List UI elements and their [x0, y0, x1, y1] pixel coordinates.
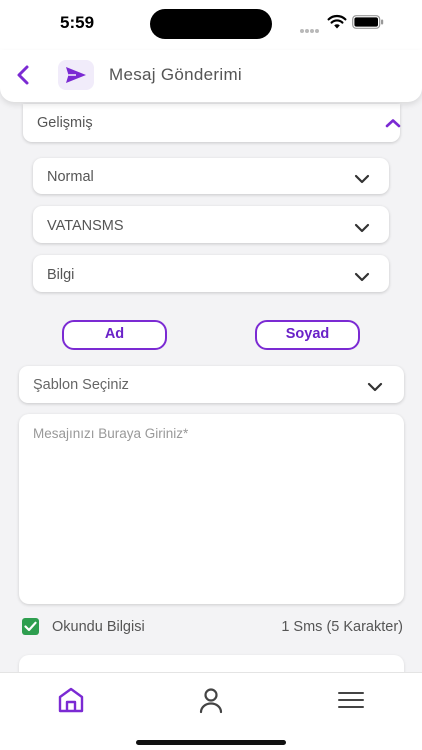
advanced-label: Gelişmiş	[37, 115, 93, 131]
advanced-toggle[interactable]: Gelişmiş	[23, 104, 401, 142]
page-title: Mesaj Gönderimi	[109, 65, 242, 84]
menu-icon	[338, 692, 364, 708]
priority-value: Normal	[47, 169, 94, 185]
home-indicator	[136, 740, 286, 745]
template-placeholder: Şablon Seçiniz	[33, 377, 129, 393]
chevron-down-icon	[354, 174, 370, 184]
message-input[interactable]	[19, 414, 404, 604]
message-type-value: Bilgi	[47, 267, 75, 283]
tab-home[interactable]	[54, 685, 88, 715]
insert-first-name-button[interactable]: Ad	[62, 320, 167, 350]
tab-bar	[0, 672, 422, 750]
battery-icon	[352, 15, 384, 29]
insert-last-name-button[interactable]: Soyad	[255, 320, 360, 350]
app-header: Mesaj Gönderimi	[0, 50, 422, 102]
sender-select[interactable]: VATANSMS	[33, 206, 389, 243]
read-receipt-label: Okundu Bilgisi	[52, 619, 145, 635]
chevron-left-icon	[17, 65, 29, 85]
read-receipt-checkbox[interactable]	[22, 618, 39, 635]
chevron-down-icon	[354, 272, 370, 282]
sms-counter: 1 Sms (5 Karakter)	[281, 619, 403, 635]
send-badge	[58, 60, 94, 90]
wifi-icon	[327, 14, 347, 29]
checkmark-icon	[24, 621, 37, 632]
chevron-down-icon	[367, 382, 383, 392]
chevron-down-icon	[354, 223, 370, 233]
back-button[interactable]	[10, 60, 38, 90]
dynamic-island	[150, 9, 272, 39]
message-type-select[interactable]: Bilgi	[33, 255, 389, 292]
status-time: 5:59	[60, 13, 95, 32]
chevron-up-icon	[385, 119, 401, 128]
screen: 5:59 Mesaj Gönderimi Gelişmiş Normal VAT…	[0, 0, 422, 750]
message-box	[19, 414, 404, 604]
template-select[interactable]: Şablon Seçiniz	[19, 366, 404, 403]
tab-profile[interactable]	[194, 685, 228, 715]
send-icon	[66, 67, 86, 83]
user-icon	[199, 688, 223, 714]
sender-value: VATANSMS	[47, 218, 124, 234]
home-icon	[58, 687, 84, 713]
status-bar: 5:59	[0, 0, 422, 50]
tab-menu[interactable]	[334, 685, 368, 715]
priority-select[interactable]: Normal	[33, 158, 389, 194]
cellular-signal-icon	[300, 20, 322, 33]
